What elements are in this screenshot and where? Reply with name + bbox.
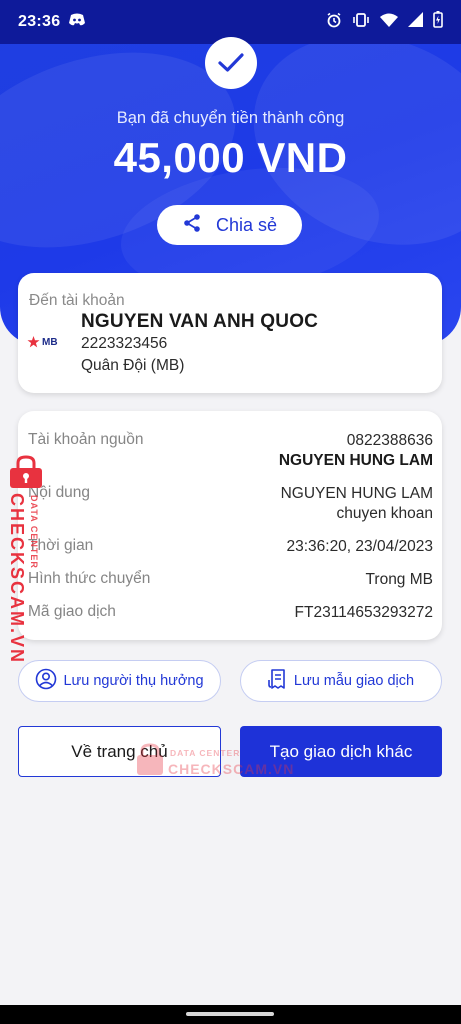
transfer-amount: 45,000 VND — [113, 134, 348, 181]
destination-label: Đến tài khoản — [29, 292, 125, 309]
detail-value-group: NGUYEN HUNG LAM chuyen khoan — [281, 484, 433, 524]
source-account-number: 0822388636 — [346, 432, 433, 449]
save-template-button[interactable]: Lưu mẫu giao dịch — [240, 660, 442, 702]
watermark-side: CHECKSCAM.VN DATA CENTER — [2, 455, 50, 664]
watermark-center: DATA CENTER CHECKSCAM.VN — [134, 738, 304, 782]
detail-value: FT23114653293272 — [294, 604, 433, 621]
watermark-sub: DATA CENTER — [29, 495, 39, 569]
discord-icon — [68, 13, 86, 32]
detail-row-content: Nội dung NGUYEN HUNG LAM chuyen khoan — [28, 484, 433, 524]
content-line-1: NGUYEN HUNG LAM — [280, 485, 433, 502]
share-icon — [182, 213, 202, 238]
share-button[interactable]: Chia sẻ — [157, 205, 302, 245]
source-account-name: NGUYEN HUNG LAM — [278, 452, 433, 469]
share-label: Chia sẻ — [215, 214, 278, 235]
success-check-icon — [205, 37, 257, 89]
receipt-icon — [268, 668, 288, 694]
recipient-account-number: 2223323456 — [81, 335, 168, 352]
destination-card: Đến tài khoản MB NGUYEN VAN ANH QUOC 222… — [18, 273, 442, 393]
detail-value: 23:36:20, 23/04/2023 — [286, 538, 433, 555]
vibrate-icon — [352, 12, 370, 33]
save-template-label: Lưu mẫu giao dịch — [293, 673, 415, 689]
mb-bank-logo: MB — [27, 336, 58, 348]
recipient-name: NGUYEN VAN ANH QUOC — [81, 311, 319, 332]
battery-charging-icon — [433, 11, 443, 33]
recipient-bank-name: Quân Đội (MB) — [81, 357, 185, 374]
detail-row-transfer-type: Hình thức chuyển Trong MB — [28, 570, 433, 590]
content-line-2: chuyen khoan — [336, 505, 433, 522]
detail-row-transaction-id: Mã giao dịch FT23114653293272 — [28, 603, 433, 623]
transaction-details-card: Tài khoản nguồn 0822388636 NGUYEN HUNG L… — [18, 411, 442, 640]
watermark-brand-center: CHECKSCAM.VN — [168, 761, 295, 777]
signal-icon — [408, 12, 423, 32]
watermark-brand: CHECKSCAM.VN — [7, 493, 27, 665]
alarm-icon — [326, 12, 342, 33]
user-circle-icon — [35, 668, 57, 694]
lock-icon — [6, 455, 50, 494]
home-gesture-handle[interactable] — [186, 1012, 274, 1016]
bank-logo-text: MB — [42, 336, 58, 348]
detail-row-time: Thời gian 23:36:20, 23/04/2023 — [28, 537, 433, 557]
wifi-icon — [380, 13, 398, 32]
save-recipient-label: Lưu người thụ hưởng — [63, 673, 204, 689]
success-message: Bạn đã chuyển tiền thành công — [116, 109, 345, 127]
status-time: 23:36 — [18, 13, 61, 30]
detail-row-source-account: Tài khoản nguồn 0822388636 NGUYEN HUNG L… — [28, 431, 433, 471]
watermark-sub-center: DATA CENTER — [170, 748, 241, 758]
detail-value: Trong MB — [365, 571, 433, 588]
system-nav-bar — [0, 1005, 461, 1024]
detail-value-group: 0822388636 NGUYEN HUNG LAM — [279, 431, 433, 471]
lock-icon — [134, 742, 166, 783]
save-recipient-button[interactable]: Lưu người thụ hưởng — [18, 660, 221, 702]
